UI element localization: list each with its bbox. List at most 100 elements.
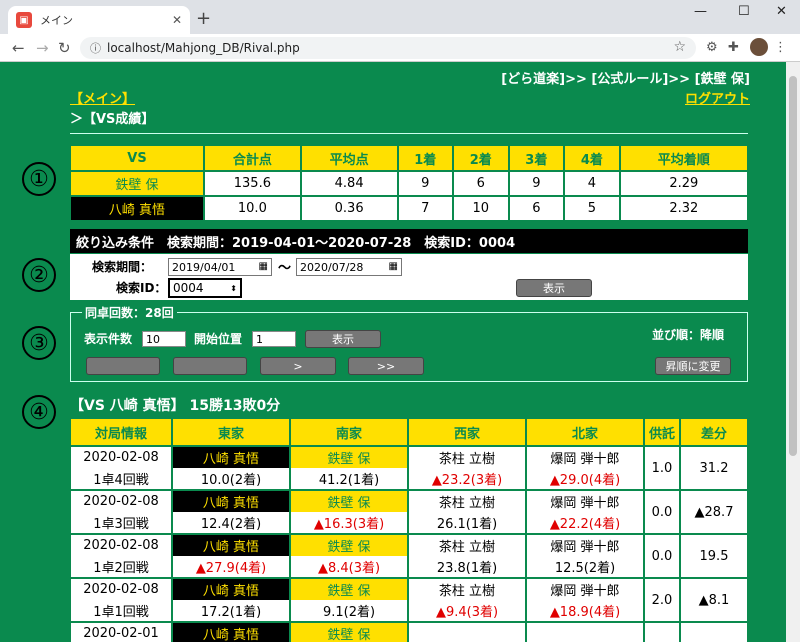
calendar-icon[interactable]: ▦	[389, 261, 398, 272]
results-header: 西家	[409, 419, 525, 445]
summary-cell: 10	[454, 197, 508, 220]
next-page-button[interactable]: >	[260, 357, 336, 375]
summary-cell: 135.6	[205, 172, 300, 195]
seat-score: ▲23.2(3着)	[431, 473, 503, 488]
summary-cell: 10.0	[205, 197, 300, 220]
game-round: 1卓3回戦	[93, 517, 149, 532]
maximize-icon[interactable]: ☐	[738, 4, 750, 19]
seat-player-name	[527, 623, 643, 642]
header-path[interactable]: [どら道楽]>> [公式ルール]>> [鉄壁 保]	[501, 68, 750, 87]
summary-row: 八崎 真悟 10.0 0.36 7 10 6 5 2.32	[71, 197, 747, 220]
sort-toggle-button[interactable]: 昇順に変更	[655, 357, 731, 375]
puzzle-icon[interactable]: ✚	[728, 40, 739, 55]
seat-player-name: 八崎 真悟	[173, 579, 289, 600]
summary-cell: 5	[565, 197, 619, 220]
table-row: 2020-02-08 1卓4回戦 八崎 真悟 10.0(2着) 鉄壁 保 41.2(1着)…	[71, 447, 747, 489]
start-label: 開始位置	[194, 332, 243, 346]
summary-cell: 4.84	[301, 172, 397, 195]
results-header: 差分	[681, 419, 747, 445]
bookmark-star-icon[interactable]: ☆	[673, 39, 686, 55]
reload-icon[interactable]: ↻	[58, 39, 71, 57]
seat-south-cell: 鉄壁 保 ▲16.3(3着)	[291, 491, 407, 533]
kyotaku-cell: 1.0	[645, 447, 679, 489]
browser-toolbar: ← → ↻ ⓘ localhost/Mahjong_DB/Rival.php ☆…	[0, 34, 800, 62]
scrollbar-thumb[interactable]	[789, 76, 797, 456]
game-info-cell: 2020-02-01	[71, 623, 171, 642]
game-info-cell: 2020-02-08 1卓2回戦	[71, 535, 171, 577]
address-bar[interactable]: ⓘ localhost/Mahjong_DB/Rival.php ☆	[80, 37, 696, 59]
player-name: 鉄壁 保	[71, 172, 203, 195]
calendar-icon[interactable]: ▦	[259, 261, 268, 272]
seat-east-cell: 八崎 真悟 17.2(1着)	[173, 579, 289, 621]
show-paging-button[interactable]: 表示	[305, 330, 381, 348]
logout-link[interactable]: ログアウト	[685, 88, 750, 107]
seat-score: ▲29.0(4着)	[549, 473, 621, 488]
kyotaku-cell: 2.0	[645, 579, 679, 621]
count-input[interactable]: 10	[142, 331, 186, 347]
seat-east-cell: 八崎 真悟 ▲27.9(4着)	[173, 535, 289, 577]
summary-cell: 0.36	[301, 197, 397, 220]
search-id-value: 0004	[173, 281, 204, 295]
game-date: 2020-02-08	[83, 582, 159, 597]
filter-form: 検索期間： 2019/04/01 ▦ ～ 2020/07/28 ▦ 検索ID： …	[70, 254, 748, 300]
summary-cell: 6	[454, 172, 508, 195]
seat-south-cell: 鉄壁 保 41.2(1着)	[291, 447, 407, 489]
info-icon[interactable]: ⓘ	[90, 40, 101, 56]
seat-player-name: 茶柱 立樹	[438, 540, 496, 555]
profile-avatar[interactable]	[750, 38, 768, 56]
seat-player-name: 八崎 真悟	[173, 535, 289, 556]
spinner-icon[interactable]: ⬍	[230, 284, 237, 293]
summary-cell: 7	[398, 197, 453, 220]
forward-icon[interactable]: →	[36, 39, 49, 57]
seat-player-name: 爆岡 弾十郎	[550, 452, 620, 467]
breadcrumb: ＞【VS成績】	[70, 112, 155, 127]
back-icon[interactable]: ←	[12, 39, 25, 57]
table-row: 2020-02-08 1卓3回戦 八崎 真悟 12.4(2着) 鉄壁 保 ▲16.3(3着…	[71, 491, 747, 533]
date-from-value: 2019/04/01	[172, 260, 236, 274]
seat-west-cell	[409, 623, 525, 642]
seat-north-cell: 爆岡 弾十郎 ▲29.0(4着)	[527, 447, 643, 489]
summary-cell: 2.29	[620, 172, 747, 195]
window-close-icon[interactable]: ✕	[776, 4, 787, 19]
start-input[interactable]: 1	[252, 331, 296, 347]
diff-cell: ▲28.7	[681, 491, 747, 533]
seat-west-cell: 茶柱 立樹 ▲9.4(3着)	[409, 579, 525, 621]
date-to-input[interactable]: 2020/07/28 ▦	[296, 258, 402, 276]
main-link[interactable]: 【メイン】	[70, 88, 135, 107]
extension-icon[interactable]: ⚙	[706, 40, 718, 55]
seat-player-name	[409, 623, 525, 642]
seat-north-cell	[527, 623, 643, 642]
summary-header: VS	[71, 146, 203, 170]
range-tilde: ～	[278, 261, 292, 276]
rival-name: 八崎 真悟	[71, 197, 203, 220]
minimize-icon[interactable]: —	[694, 4, 707, 19]
tab-main[interactable]: ▣ メイン ✕	[8, 6, 190, 34]
close-icon[interactable]: ✕	[172, 13, 182, 27]
game-date: 2020-02-08	[83, 538, 159, 553]
summary-header: 3着	[509, 146, 564, 170]
first-page-button[interactable]	[86, 357, 160, 375]
menu-icon[interactable]: ⋮	[774, 40, 787, 55]
results-header: 対局情報	[71, 419, 171, 445]
prev-page-button[interactable]	[173, 357, 247, 375]
show-filter-button[interactable]: 表示	[516, 279, 592, 297]
seat-east-cell: 八崎 真悟	[173, 623, 289, 642]
results-table: 対局情報 東家 南家 西家 北家 供託 差分 2020-02-08 1卓4回戦 八崎…	[69, 417, 749, 642]
marker-4: ④	[22, 395, 56, 429]
page-content: [どら道楽]>> [公式ルール]>> [鉄壁 保] 【メイン】 ログアウト ＞【…	[0, 62, 786, 642]
summary-header: 1着	[398, 146, 453, 170]
kyotaku-cell: 0.0	[645, 535, 679, 577]
match-count-legend: 同卓回数：28回	[82, 304, 177, 321]
tab-title: メイン	[40, 14, 73, 27]
seat-player-name: 八崎 真悟	[173, 623, 289, 642]
seat-score: ▲8.4(3着)	[317, 561, 381, 576]
seat-score: 12.5(2着)	[554, 561, 616, 576]
seat-west-cell: 茶柱 立樹 26.1(1着)	[409, 491, 525, 533]
seat-player-name: 爆岡 弾十郎	[550, 496, 620, 511]
search-id-stepper[interactable]: 0004 ⬍	[168, 278, 242, 298]
date-from-input[interactable]: 2019/04/01 ▦	[168, 258, 272, 276]
last-page-button[interactable]: >>	[348, 357, 424, 375]
new-tab-icon[interactable]: +	[196, 8, 211, 29]
marker-2: ②	[22, 258, 56, 292]
seat-player-name: 八崎 真悟	[173, 447, 289, 468]
